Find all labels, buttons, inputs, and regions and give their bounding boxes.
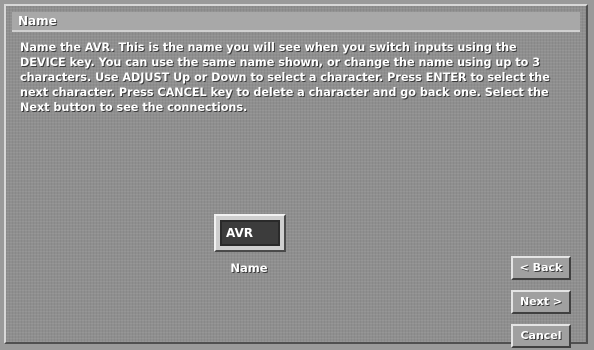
name-value[interactable]: AVR [220,220,280,246]
instructions-text: Name the AVR. This is the name you will … [20,41,550,114]
next-button[interactable]: Next > [511,290,571,314]
name-label: Name [230,261,268,275]
name-field[interactable]: AVR [214,214,286,252]
window-title: Name [18,14,57,28]
cancel-button[interactable]: Cancel [511,324,571,348]
setup-window: Name Name the AVR. This is the name you … [4,4,588,348]
back-button[interactable]: < Back [511,256,571,280]
title-bar: Name [12,12,580,32]
